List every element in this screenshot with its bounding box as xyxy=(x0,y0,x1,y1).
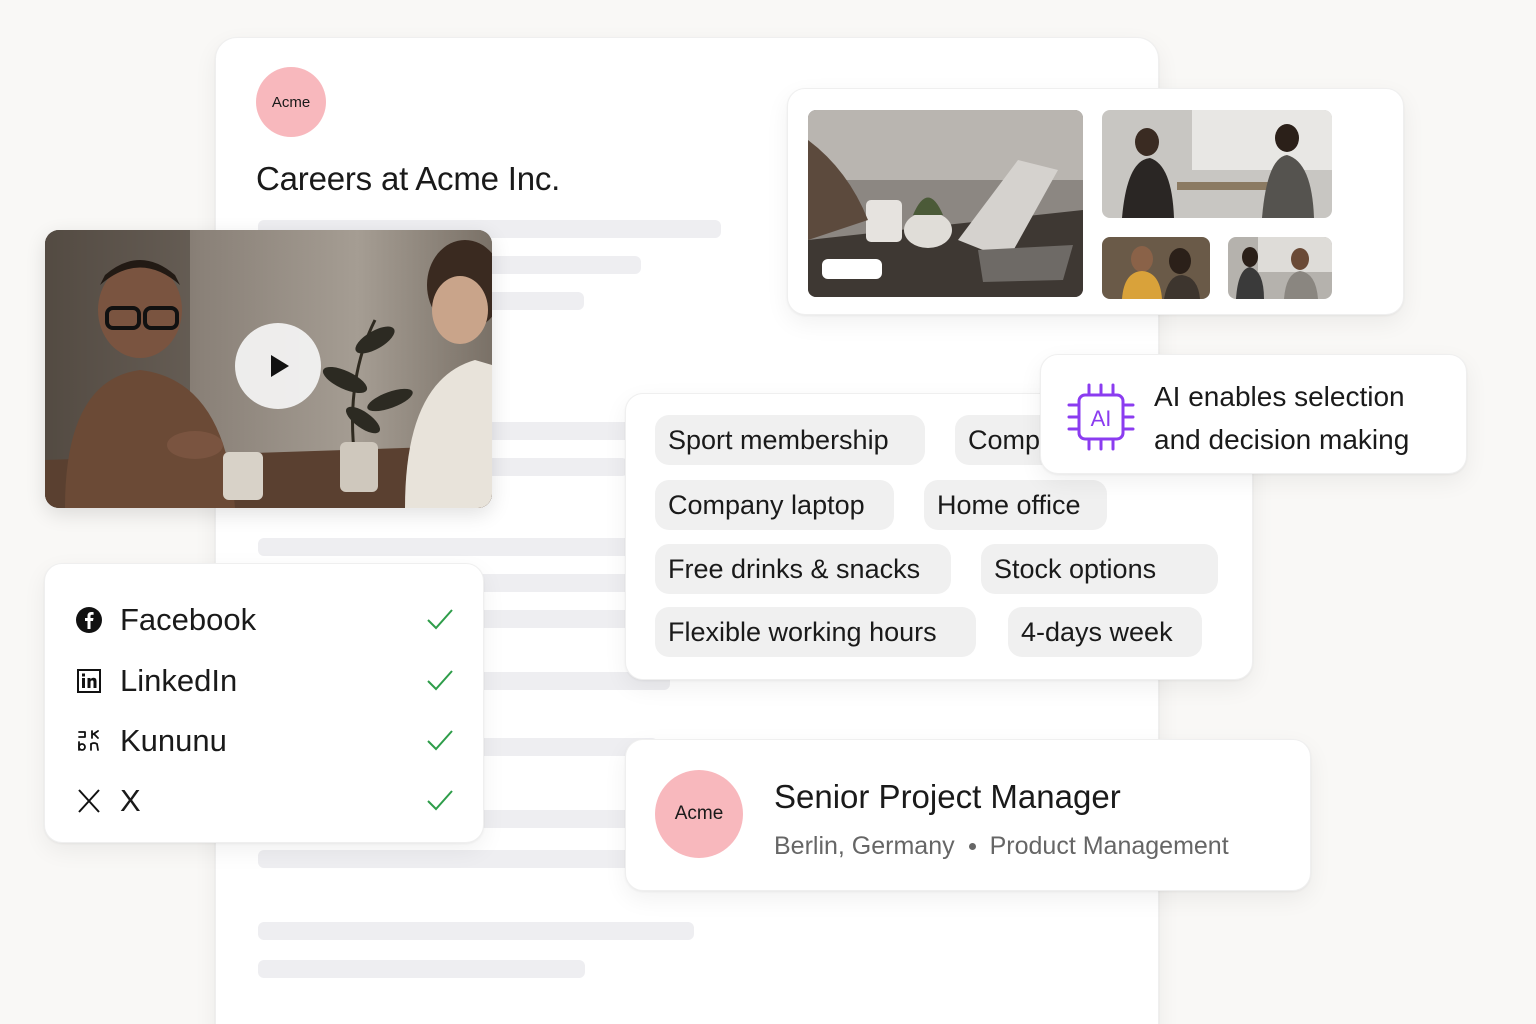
ai-chip-icon: AI xyxy=(1067,383,1135,451)
company-logo: Acme xyxy=(655,770,743,858)
ai-feature-text: AI enables selection and decision making xyxy=(1154,375,1454,461)
social-item-label: Facebook xyxy=(120,602,257,637)
company-logo-text: Acme xyxy=(271,93,311,111)
separator-dot xyxy=(968,843,976,850)
benefit-chip: Home office xyxy=(924,480,1107,530)
benefit-chip: Flexible working hours xyxy=(655,607,976,657)
x-icon xyxy=(78,789,100,813)
social-item-linkedin[interactable]: LinkedIn xyxy=(75,655,455,705)
social-item-facebook[interactable]: Facebook xyxy=(75,594,455,644)
ai-feature-card: AI AI enables selection and decision mak… xyxy=(1040,354,1467,474)
benefit-chip: Stock options xyxy=(981,544,1218,594)
check-icon xyxy=(427,790,453,811)
job-location: Berlin, Germany xyxy=(774,832,955,860)
check-icon xyxy=(427,670,453,691)
social-item-label: LinkedIn xyxy=(120,663,238,698)
gallery-photo-office[interactable] xyxy=(1228,237,1332,299)
gallery-photo-main[interactable] xyxy=(808,110,1083,297)
gallery-photo-meeting[interactable] xyxy=(1102,110,1332,218)
job-listing-card[interactable]: Acme Senior Project Manager Berlin, Germ… xyxy=(625,739,1311,891)
photo-gallery xyxy=(787,88,1404,315)
facebook-icon xyxy=(76,607,102,633)
company-logo: Acme xyxy=(256,67,326,137)
kununu-icon xyxy=(78,730,99,751)
check-icon xyxy=(427,609,453,630)
social-item-kununu[interactable]: Kununu xyxy=(75,715,455,765)
social-item-label: Kununu xyxy=(120,723,227,758)
company-logo-text: Acme xyxy=(674,803,724,824)
social-channels-card: Facebook LinkedIn Kununu X xyxy=(44,563,484,843)
placeholder-line xyxy=(258,850,658,868)
ai-feature-line2: and decision making xyxy=(1154,424,1410,455)
gallery-photo-team[interactable] xyxy=(1102,237,1210,299)
benefit-chip: 4-days week xyxy=(1008,607,1202,657)
play-button[interactable] xyxy=(235,323,321,409)
placeholder-line xyxy=(258,922,694,940)
benefit-chip: Free drinks & snacks xyxy=(655,544,951,594)
benefit-chip: Sport membership xyxy=(655,415,925,465)
check-icon xyxy=(427,730,453,751)
benefit-chip: Company laptop xyxy=(655,480,894,530)
svg-text:AI: AI xyxy=(1091,406,1112,431)
play-icon xyxy=(271,355,289,377)
job-title[interactable]: Senior Project Manager xyxy=(774,778,1121,816)
placeholder-line xyxy=(258,538,658,556)
placeholder-line xyxy=(258,960,585,978)
job-meta: Berlin, Germany Product Management xyxy=(774,832,1229,861)
linkedin-icon xyxy=(77,669,101,693)
social-item-x[interactable]: X xyxy=(75,775,455,825)
ai-feature-line1: AI enables selection xyxy=(1154,381,1405,412)
social-item-label: X xyxy=(120,783,141,818)
page-title: Careers at Acme Inc. xyxy=(256,160,561,197)
job-department: Product Management xyxy=(989,832,1229,860)
